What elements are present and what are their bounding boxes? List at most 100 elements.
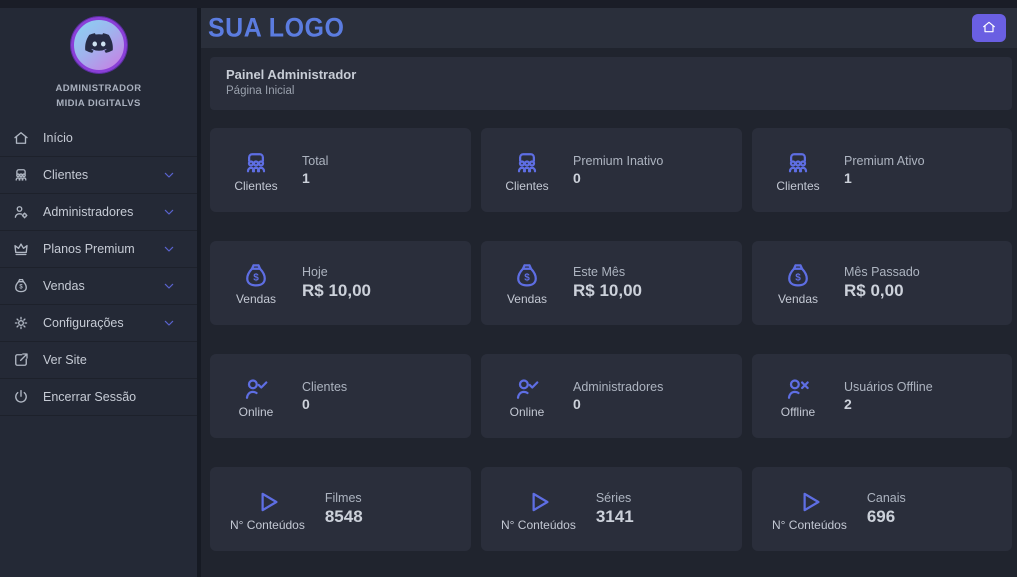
chevron-down-icon[interactable] bbox=[161, 167, 177, 183]
sidebar-item-label: Ver Site bbox=[43, 353, 161, 367]
brand-logo: SUA LOGO bbox=[208, 12, 344, 43]
stat-card: Clientes Premium Ativo 1 bbox=[752, 128, 1012, 212]
page-subtitle: Página Inicial bbox=[226, 85, 996, 97]
card-value: 3141 bbox=[596, 507, 634, 527]
card-title: Canais bbox=[867, 491, 906, 505]
chevron-down-icon[interactable] bbox=[161, 315, 177, 331]
card-icon-label: Online bbox=[510, 405, 545, 419]
card-icon-label: Clientes bbox=[505, 179, 548, 193]
chevron-down-icon[interactable] bbox=[161, 278, 177, 294]
discord-logo-icon bbox=[82, 26, 116, 65]
card-title: Filmes bbox=[325, 491, 363, 505]
main-area: SUA LOGO Painel Administrador Página Ini… bbox=[201, 8, 1017, 577]
card-title: Este Mês bbox=[573, 265, 642, 279]
sidebar-item-ver-site[interactable]: Ver Site bbox=[0, 342, 197, 379]
card-icon-label: Clientes bbox=[234, 179, 277, 193]
card-title: Administradores bbox=[573, 380, 663, 394]
home-icon bbox=[12, 129, 30, 147]
sidebar: ADMINISTRADOR MIDIA DIGITALVS Início Cli… bbox=[0, 8, 201, 577]
play-icon bbox=[794, 487, 824, 517]
sidebar-item-planos-premium[interactable]: Planos Premium bbox=[0, 231, 197, 268]
card-icon-label: Online bbox=[239, 405, 274, 419]
svg-text:$: $ bbox=[253, 272, 259, 283]
card-value: R$ 10,00 bbox=[573, 281, 642, 301]
play-icon bbox=[252, 487, 282, 517]
card-value: R$ 0,00 bbox=[844, 281, 920, 301]
card-value: 0 bbox=[573, 396, 663, 412]
stat-card: Clientes Total 1 bbox=[210, 128, 471, 212]
users-group-icon bbox=[783, 148, 813, 178]
sidebar-item-clientes[interactable]: Clientes bbox=[0, 157, 197, 194]
admin-title: ADMINISTRADOR MIDIA DIGITALVS bbox=[0, 82, 197, 111]
card-value: 0 bbox=[573, 170, 663, 186]
sidebar-item-label: Administradores bbox=[43, 205, 161, 219]
content: Painel Administrador Página Inicial Clie… bbox=[201, 48, 1017, 577]
stat-card: Online Clientes 0 bbox=[210, 354, 471, 438]
card-title: Hoje bbox=[302, 265, 371, 279]
svg-text:$: $ bbox=[19, 285, 23, 291]
avatar bbox=[71, 17, 127, 73]
sidebar-nav: Início Clientes Administradores bbox=[0, 120, 197, 416]
card-value: 1 bbox=[302, 170, 328, 186]
page-title: Painel Administrador bbox=[226, 67, 996, 82]
stat-card: Online Administradores 0 bbox=[481, 354, 742, 438]
card-value: 1 bbox=[844, 170, 925, 186]
card-icon-label: Vendas bbox=[778, 292, 818, 306]
user-check-icon bbox=[512, 374, 542, 404]
card-icon-label: N° Conteúdos bbox=[501, 518, 576, 532]
card-title: Premium Ativo bbox=[844, 154, 925, 168]
sidebar-item-label: Clientes bbox=[43, 168, 161, 182]
sidebar-item-encerrar-sessao[interactable]: Encerrar Sessão bbox=[0, 379, 197, 416]
chevron-down-icon[interactable] bbox=[161, 241, 177, 257]
user-check-icon bbox=[241, 374, 271, 404]
card-title: Usuários Offline bbox=[844, 380, 933, 394]
stat-card: $ Vendas Este Mês R$ 10,00 bbox=[481, 241, 742, 325]
stat-card: N° Conteúdos Séries 3141 bbox=[481, 467, 742, 551]
card-title: Séries bbox=[596, 491, 634, 505]
sidebar-item-label: Vendas bbox=[43, 279, 161, 293]
admin-dashboard: ADMINISTRADOR MIDIA DIGITALVS Início Cli… bbox=[0, 0, 1017, 577]
money-bag-icon: $ bbox=[783, 261, 813, 291]
external-link-icon bbox=[12, 351, 30, 369]
play-icon bbox=[523, 487, 553, 517]
card-icon-label: Vendas bbox=[507, 292, 547, 306]
sidebar-item-label: Encerrar Sessão bbox=[43, 390, 161, 404]
card-title: Mês Passado bbox=[844, 265, 920, 279]
chevron-down-icon[interactable] bbox=[161, 204, 177, 220]
card-icon-label: Offline bbox=[781, 405, 815, 419]
card-value: 696 bbox=[867, 507, 906, 527]
user-x-icon bbox=[783, 374, 813, 404]
sidebar-item-label: Planos Premium bbox=[43, 242, 161, 256]
users-group-icon bbox=[512, 148, 542, 178]
home-button[interactable] bbox=[972, 14, 1006, 42]
svg-text:$: $ bbox=[795, 272, 801, 283]
card-icon-label: Clientes bbox=[776, 179, 819, 193]
sidebar-item-vendas[interactable]: $ Vendas bbox=[0, 268, 197, 305]
card-icon-label: N° Conteúdos bbox=[230, 518, 305, 532]
crown-icon bbox=[12, 240, 30, 258]
money-bag-icon: $ bbox=[512, 261, 542, 291]
stat-card: N° Conteúdos Canais 696 bbox=[752, 467, 1012, 551]
card-icon-label: N° Conteúdos bbox=[772, 518, 847, 532]
breadcrumb: Painel Administrador Página Inicial bbox=[210, 57, 1012, 110]
stat-card: $ Vendas Mês Passado R$ 0,00 bbox=[752, 241, 1012, 325]
sidebar-item-label: Configurações bbox=[43, 316, 161, 330]
admin-user-icon bbox=[12, 203, 30, 221]
users-group-icon bbox=[12, 166, 30, 184]
stat-cards-grid: Clientes Total 1 Clientes bbox=[210, 128, 1012, 551]
sidebar-item-inicio[interactable]: Início bbox=[0, 120, 197, 157]
card-value: 8548 bbox=[325, 507, 363, 527]
stat-card: Clientes Premium Inativo 0 bbox=[481, 128, 742, 212]
stat-card: $ Vendas Hoje R$ 10,00 bbox=[210, 241, 471, 325]
stat-card: Offline Usuários Offline 2 bbox=[752, 354, 1012, 438]
power-icon bbox=[12, 388, 30, 406]
money-bag-icon: $ bbox=[241, 261, 271, 291]
home-icon bbox=[981, 19, 997, 38]
topbar: SUA LOGO bbox=[201, 8, 1017, 48]
money-bag-icon: $ bbox=[12, 277, 30, 295]
card-value: 2 bbox=[844, 396, 933, 412]
sidebar-item-label: Início bbox=[43, 131, 161, 145]
sidebar-item-administradores[interactable]: Administradores bbox=[0, 194, 197, 231]
sidebar-item-configuracoes[interactable]: Configurações bbox=[0, 305, 197, 342]
card-title: Premium Inativo bbox=[573, 154, 663, 168]
